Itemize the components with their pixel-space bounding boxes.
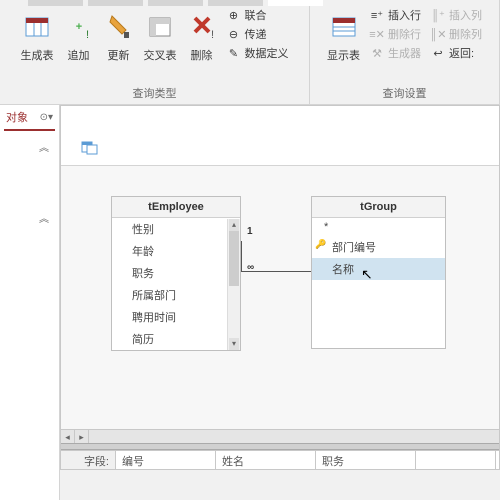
group-label: 查询类型: [133, 82, 177, 104]
show-table-button[interactable]: 显示表: [323, 6, 364, 66]
tab[interactable]: [148, 0, 203, 6]
union-icon: ⊕: [227, 8, 241, 22]
design-grid[interactable]: 字段: 编号 姓名 职务: [61, 450, 499, 469]
ribbon: 生成表 +! 追加 更新 交叉表 ! 删除 ⊕ 联合 ⊖ 传递 ✎ 数据定义: [0, 0, 500, 105]
label: 删除列: [449, 26, 482, 42]
ribbon-tabs: [0, 0, 500, 8]
table-group[interactable]: tGroup * 部门编号 名称: [311, 196, 446, 349]
label: 生成表: [21, 47, 54, 63]
svg-text:!: !: [211, 29, 214, 41]
splitter[interactable]: [61, 443, 499, 450]
field-row[interactable]: 部门编号: [312, 236, 445, 258]
horizontal-scrollbar[interactable]: ◂ ▸: [61, 429, 499, 443]
field-row[interactable]: 聘用时间: [112, 306, 240, 328]
grid-row-header: 字段:: [61, 451, 116, 469]
passthrough-icon: ⊖: [227, 27, 241, 41]
relationship-line: [241, 241, 242, 271]
label: 生成器: [388, 45, 421, 61]
append-button[interactable]: +! 追加: [60, 6, 98, 66]
insert-row-icon: ≡⁺: [370, 8, 384, 22]
data-def-icon: ✎: [227, 46, 241, 60]
tab[interactable]: [28, 0, 83, 6]
svg-text:+: +: [75, 21, 81, 33]
grid-cell[interactable]: 姓名: [216, 451, 316, 469]
field-row[interactable]: 简历: [112, 328, 240, 350]
section-collapse-icon[interactable]: ︽: [0, 131, 59, 162]
builder-icon: ⚒: [370, 46, 384, 60]
builder-button: ⚒ 生成器: [366, 44, 425, 62]
make-table-button[interactable]: 生成表: [17, 6, 58, 66]
grid-cell[interactable]: [416, 451, 496, 469]
query-tab-bar: [61, 106, 499, 166]
label: 交叉表: [144, 47, 177, 63]
grid-cell[interactable]: 编号: [116, 451, 216, 469]
insert-col-icon: ║⁺: [431, 8, 445, 22]
nav-dropdown-icon[interactable]: ⊙▾: [40, 112, 53, 123]
scroll-up-icon[interactable]: ▴: [229, 219, 239, 231]
label: 插入列: [449, 7, 482, 23]
field-row-selected[interactable]: 名称: [312, 258, 445, 280]
group-label: 查询设置: [383, 82, 427, 104]
navigation-pane: 对象 ⊙▾ ︽ ︽: [0, 105, 60, 500]
update-icon: [104, 9, 134, 45]
make-table-icon: [22, 9, 52, 45]
relationship-canvas[interactable]: tEmployee 性别 年龄 职务 所属部门 聘用时间 简历 ▴ ▾ tGro…: [61, 166, 499, 469]
label: 插入行: [388, 7, 421, 23]
delete-icon: !: [187, 9, 217, 45]
passthrough-button[interactable]: ⊖ 传递: [223, 25, 293, 43]
label: 删除行: [388, 26, 421, 42]
insert-row-button[interactable]: ≡⁺ 插入行: [366, 6, 425, 24]
label: 返回:: [449, 45, 474, 61]
cardinality-many: ∞: [247, 262, 254, 273]
crosstab-button[interactable]: 交叉表: [140, 6, 181, 66]
label: 删除: [191, 47, 213, 63]
field-row[interactable]: 所属部门: [112, 284, 240, 306]
scroll-left-icon[interactable]: ◂: [61, 430, 75, 443]
nav-title: 对象: [6, 109, 28, 125]
scroll-right-icon[interactable]: ▸: [75, 430, 89, 443]
field-row[interactable]: 年龄: [112, 240, 240, 262]
tab-design[interactable]: [268, 0, 323, 6]
delete-col-icon: ║✕: [431, 27, 445, 41]
crosstab-icon: [145, 9, 175, 45]
delete-col-button: ║✕ 删除列: [427, 25, 486, 43]
return-button[interactable]: ↩ 返回:: [427, 44, 486, 62]
delete-button[interactable]: ! 删除: [183, 6, 221, 66]
show-table-icon: [329, 9, 359, 45]
svg-text:!: !: [86, 29, 89, 41]
label: 联合: [245, 7, 267, 23]
field-row[interactable]: 职务: [112, 262, 240, 284]
cardinality-one: 1: [247, 226, 253, 237]
query-icon: [81, 141, 99, 155]
scroll-thumb[interactable]: [229, 231, 239, 286]
delete-row-icon: ≡✕: [370, 27, 384, 41]
label: 显示表: [327, 47, 360, 63]
field-row[interactable]: 性别: [112, 218, 240, 240]
append-icon: +!: [64, 9, 94, 45]
scroll-down-icon[interactable]: ▾: [229, 338, 239, 350]
grid-cell[interactable]: 职务: [316, 451, 416, 469]
union-button[interactable]: ⊕ 联合: [223, 6, 293, 24]
delete-row-button: ≡✕ 删除行: [366, 25, 425, 43]
label: 传递: [245, 26, 267, 42]
update-button[interactable]: 更新: [100, 6, 138, 66]
tab[interactable]: [88, 0, 143, 6]
table-title: tEmployee: [112, 197, 240, 218]
scrollbar[interactable]: ▴ ▾: [227, 219, 240, 350]
label: 更新: [108, 47, 130, 63]
label: 数据定义: [245, 45, 289, 61]
return-icon: ↩: [431, 46, 445, 60]
label: 追加: [68, 47, 90, 63]
field-star[interactable]: *: [312, 218, 445, 236]
section-collapse-icon[interactable]: ︽: [0, 202, 59, 233]
table-employee[interactable]: tEmployee 性别 年龄 职务 所属部门 聘用时间 简历 ▴ ▾: [111, 196, 241, 351]
design-canvas: tEmployee 性别 年龄 职务 所属部门 聘用时间 简历 ▴ ▾ tGro…: [60, 105, 500, 470]
tab[interactable]: [208, 0, 263, 6]
data-definition-button[interactable]: ✎ 数据定义: [223, 44, 293, 62]
insert-col-button: ║⁺ 插入列: [427, 6, 486, 24]
table-title: tGroup: [312, 197, 445, 218]
